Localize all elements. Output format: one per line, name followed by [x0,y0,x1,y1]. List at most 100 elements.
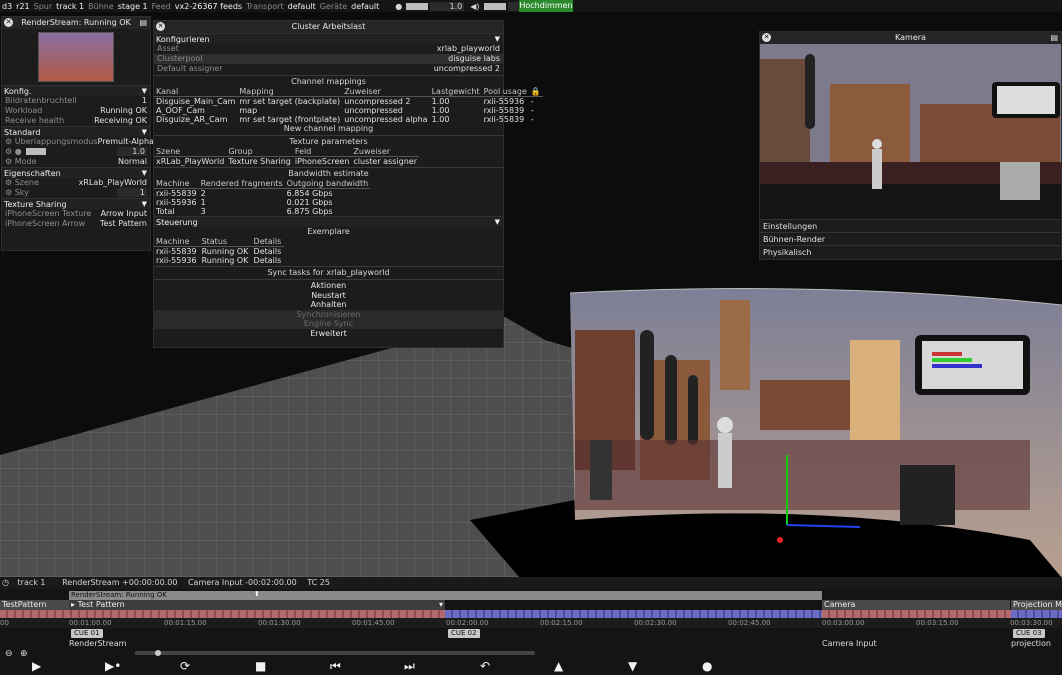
brightness-icon: ● [395,1,403,11]
table-row[interactable]: A_OOF_Cam map uncompressed 1.00 rxii-55839- [154,106,543,115]
row-szene[interactable]: ⚙ Szene xRLab_PlayWorld [2,178,150,188]
kamera-item-buehnen-render[interactable]: Bühnen-Render [760,232,1061,245]
table-row[interactable]: xRLab_PlayWorld Texture Sharing iPhoneScre… [154,157,419,167]
buehne-value[interactable]: stage 1 [116,2,150,11]
layer-camera-label[interactable]: Camera [822,600,1010,610]
row-blend-mode[interactable]: ⚙ Überlappungsmodus Premult-Alpha [2,137,154,147]
feed-value[interactable]: vx2-26367 feeds [173,2,244,11]
geraete-label: Geräte [319,1,348,11]
texture-parameters-table: Szene Group Feld Zuweiser xRLab_PlayWorld Te… [154,147,419,166]
row-asset[interactable]: Asset xrlab_playworld [154,44,503,54]
spur-value[interactable]: track 1 [54,2,86,11]
close-icon[interactable]: ✕ [762,33,771,42]
brightness-value[interactable]: 1.0 [430,1,465,11]
cue-sublabel: projection [1011,639,1051,648]
engine-sync-button[interactable]: Engine Sync [154,319,503,329]
clock-icon: ◷ [2,578,9,587]
thumbnail [38,32,114,82]
row-default-assigner[interactable]: Default assigner uncompressed 2 [154,64,503,74]
transport-label: Transport [246,1,284,11]
neustart-button[interactable]: Neustart [154,291,503,301]
menu-icon[interactable]: ▤ [139,17,147,29]
layer-projection-label[interactable]: Projection Ma [1011,600,1062,610]
app-name[interactable]: d3 [0,2,14,11]
time-mark: 00:02:45.00 [728,619,771,627]
kamera-item-physikalisch[interactable]: Physikalisch [760,245,1061,258]
brightness-slider[interactable] [406,2,429,10]
return-icon[interactable]: ↶ [480,660,490,673]
cue-marker[interactable]: CUE 01 [71,629,103,638]
aktionen-button[interactable]: Aktionen [154,281,503,291]
table-row[interactable]: rxii-55839 Running OK Details [154,247,284,257]
timeline-scrollbar[interactable] [135,650,535,656]
camera-time: Camera Input -00:02:00.00 [187,578,297,587]
kamera-item-einstellungen[interactable]: Einstellungen [760,219,1061,232]
table-row[interactable]: Disguise_Main_Cam mr set target (backplat… [154,97,543,107]
zoom-in-icon[interactable]: ⊕ [20,649,28,659]
time-mark: 00 [0,619,9,627]
close-icon[interactable]: ✕ [4,18,13,27]
row-sky[interactable]: ⚙ Sky 1 [2,188,150,198]
color-swatch[interactable] [26,148,47,155]
track-name[interactable]: track 1 [18,578,46,587]
layer-testpattern-clip[interactable]: ▸ Test Pattern ▾ [69,600,445,610]
clip-strip-red[interactable] [0,610,445,618]
zoom-out-icon[interactable]: ⊖ [5,649,13,659]
close-icon[interactable]: ✕ [156,22,165,31]
play-to-end-icon[interactable]: ▶• [105,660,121,673]
time-mark: 00:03:15.00 [916,619,959,627]
buehne-label: Bühne [88,1,114,11]
volume-slider[interactable] [483,2,506,10]
section-texture-sharing[interactable]: Texture Sharing ▼ [2,198,150,209]
record-icon[interactable]: ● [702,660,712,673]
layer-testpattern-label[interactable]: TestPattern [0,600,69,610]
section-eigenschaften[interactable]: Eigenschaften ▼ [2,167,150,178]
anhalten-button[interactable]: Anhalten [154,300,503,310]
channel-mappings-table: Kanal Mapping Zuweiser Lastgewicht Pool usag… [154,87,543,124]
row-mode[interactable]: ⚙ Mode Normal [2,157,150,167]
row-brightness[interactable]: ⚙ ● 1.0 [2,147,150,157]
transport-value[interactable]: default [286,2,318,11]
table-row[interactable]: rxii-55936 Running OK Details [154,256,284,265]
geraete-value[interactable]: default [349,2,381,11]
section-konfigurieren[interactable]: Konfigurieren ▼ [154,33,503,44]
playhead-icon[interactable]: ⬆ [254,590,260,599]
lock-icon[interactable]: 🔒 [528,87,543,97]
cue-marker[interactable]: CUE 03 [1013,629,1045,638]
new-channel-mapping-button[interactable]: New channel mapping [154,124,503,134]
synchronisieren-button[interactable]: Synchronisieren [154,309,503,319]
renderstream-layer-bar[interactable]: RenderStream: Running OK ⬆ [69,590,822,600]
section-konfig[interactable]: Konfig. ▼ [2,85,150,96]
timeline-header: ◷ track 1 RenderStream +00:00:00.00 Came… [0,577,1062,589]
cue-marker[interactable]: CUE 02 [448,629,480,638]
camera-preview[interactable] [760,44,1061,219]
bandwidth-table: Machine Rendered fragments Outgoing bandwi… [154,179,371,216]
chevron-down-icon[interactable]: ▾ [439,600,443,610]
feed-label: Feed [151,1,171,11]
gear-icon: ⚙ [5,178,15,187]
timeline[interactable]: ◷ track 1 RenderStream +00:00:00.00 Came… [0,577,1062,675]
time-ruler[interactable] [0,618,1062,628]
triangle-up-icon[interactable]: ▲ [554,660,563,673]
row-iphone-texture[interactable]: iPhoneScreen Texture Arrow Input [2,209,150,219]
version-label: r21 [16,1,30,11]
play-icon[interactable]: ▶ [32,660,41,673]
hochdimmen-button[interactable]: Hochdimmen [519,0,573,12]
table-row[interactable]: Disguize_AR_Cam mr set target (frontplate… [154,115,543,124]
section-steuerung[interactable]: Steuerung ▼ [154,216,503,227]
stop-icon[interactable]: ■ [255,660,266,673]
row-clusterpool[interactable]: Clusterpool disguise labs [154,54,503,64]
previous-icon[interactable]: ⏮ [330,660,341,673]
clip-strip-red-2[interactable] [822,610,1011,618]
row-iphone-arrow[interactable]: iPhoneScreen Arrow Test Pattern [2,219,150,229]
erweitert-button[interactable]: Erweitert [154,329,503,339]
clip-strip-blue[interactable] [445,610,822,618]
clip-strip-blue-2[interactable] [1011,610,1062,618]
time-mark: 00:03:30.00 [1010,619,1053,627]
menu-icon[interactable]: ▤ [1050,32,1058,44]
section-standard[interactable]: Standard ▼ [2,126,150,137]
loop-icon[interactable]: ⟳ [180,660,190,673]
triangle-down-icon[interactable]: ▼ [628,660,637,673]
row-bildrate: Bildratenbruchteil 1 [5,96,147,105]
next-icon[interactable]: ⏭ [404,660,415,673]
